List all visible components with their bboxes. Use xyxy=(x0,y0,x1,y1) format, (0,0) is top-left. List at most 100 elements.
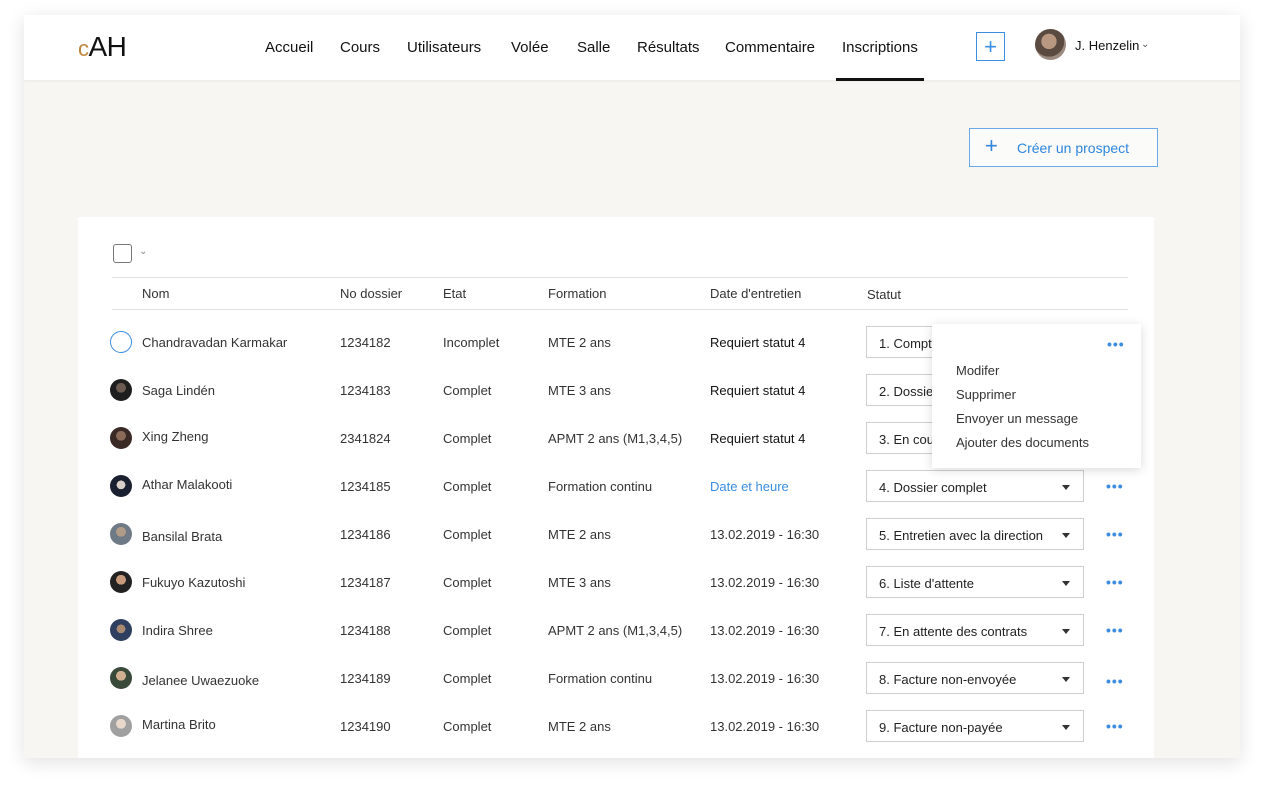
cell-name: Bansilal Brata xyxy=(142,529,223,544)
nav-cours[interactable]: Cours xyxy=(340,39,380,56)
cell-formation: MTE 2 ans xyxy=(548,527,611,542)
cell-dossier: 1234183 xyxy=(340,383,391,398)
status-select[interactable]: 4. Dossier complet xyxy=(866,470,1084,502)
logo-letters: AH xyxy=(88,31,127,62)
cell-etat: Incomplet xyxy=(443,335,500,350)
nav-salle[interactable]: Salle xyxy=(577,39,610,56)
chevron-down-icon[interactable]: ⌄ xyxy=(1141,39,1149,50)
cell-formation: MTE 3 ans xyxy=(548,575,611,590)
plus-icon: + xyxy=(985,133,998,158)
divider xyxy=(112,277,1128,278)
divider xyxy=(112,309,1128,310)
nav-resultats[interactable]: Résultats xyxy=(637,39,700,56)
cell-dossier: 1234187 xyxy=(340,575,391,590)
menu-item-envoyer-message[interactable]: Envoyer un message xyxy=(956,411,1078,426)
table-row[interactable]: Indira Shree 1234188 Complet APMT 2 ans (M1… xyxy=(78,606,1154,654)
status-value: 4. Dossier complet xyxy=(879,480,987,495)
nav-accueil[interactable]: Accueil xyxy=(265,39,313,56)
status-value: 8. Facture non-envoyée xyxy=(879,672,1017,687)
status-select[interactable]: 9. Facture non-payée xyxy=(866,710,1084,742)
cell-name: Athar Malakooti xyxy=(142,477,233,492)
caret-down-icon xyxy=(1062,725,1070,730)
status-value: 5. Entretien avec la direction xyxy=(879,528,1044,543)
cell-etat: Complet xyxy=(443,431,492,446)
table-row[interactable]: Athar Malakooti 1234185 Complet Formation c… xyxy=(78,462,1154,510)
cell-name: Saga Lindén xyxy=(142,383,216,398)
caret-down-icon xyxy=(1062,581,1070,586)
row-context-menu: ••• Modifer Supprimer Envoyer un message… xyxy=(932,324,1141,468)
status-select[interactable]: 6. Liste d'attente xyxy=(866,566,1084,598)
cell-etat: Complet xyxy=(443,527,492,542)
cell-date: 13.02.2019 - 16:30 xyxy=(710,527,820,542)
cell-date: 13.02.2019 - 16:30 xyxy=(710,575,820,590)
cell-etat: Complet xyxy=(443,623,492,638)
more-options-icon[interactable]: ••• xyxy=(1106,719,1124,733)
row-select-radio[interactable] xyxy=(110,331,132,353)
cell-dossier: 1234185 xyxy=(340,479,391,494)
avatar xyxy=(110,379,132,401)
more-options-icon[interactable]: ••• xyxy=(1106,527,1124,541)
caret-down-icon xyxy=(1062,485,1070,490)
nav-utilisateurs[interactable]: Utilisateurs xyxy=(407,39,481,56)
create-prospect-label: Créer un prospect xyxy=(1017,140,1130,156)
column-header-nom[interactable]: Nom xyxy=(142,286,169,301)
avatar xyxy=(110,571,132,593)
more-options-icon[interactable]: ••• xyxy=(1106,479,1124,493)
cell-name: Fukuyo Kazutoshi xyxy=(142,575,246,590)
table-row[interactable]: Bansilal Brata 1234186 Complet MTE 2 ans 13.… xyxy=(78,510,1154,558)
menu-item-modifier[interactable]: Modifer xyxy=(956,363,999,378)
cell-date: 13.02.2019 - 16:30 xyxy=(710,623,820,638)
more-options-icon[interactable]: ••• xyxy=(1106,674,1124,688)
status-value: 7. En attente des contrats xyxy=(879,624,1028,639)
cell-formation: Formation continu xyxy=(548,479,653,494)
table-row[interactable]: Jelanee Uwaezuoke 1234189 Complet Formation… xyxy=(78,654,1154,702)
cell-date: 13.02.2019 - 16:30 xyxy=(710,671,820,686)
avatar xyxy=(110,619,132,641)
menu-item-supprimer[interactable]: Supprimer xyxy=(956,387,1016,402)
cell-formation: MTE 3 ans xyxy=(548,383,611,398)
table-row[interactable]: Fukuyo Kazutoshi 1234187 Complet MTE 3 ans 1… xyxy=(78,558,1154,606)
nav-inscriptions[interactable]: Inscriptions xyxy=(836,39,924,81)
column-header-dossier[interactable]: No dossier xyxy=(340,286,402,301)
cell-formation: MTE 2 ans xyxy=(548,719,611,734)
cell-dossier: 1234190 xyxy=(340,719,391,734)
registrations-table-card: ⌄ Nom No dossier Etat Formation Date d'e… xyxy=(78,217,1154,758)
chevron-down-icon[interactable]: ⌄ xyxy=(139,246,147,257)
nav-volee[interactable]: Volée xyxy=(511,39,549,56)
cell-etat: Complet xyxy=(443,479,492,494)
more-options-icon[interactable]: ••• xyxy=(1106,575,1124,589)
more-options-icon[interactable]: ••• xyxy=(1106,623,1124,637)
cell-name: Chandravadan Karmakar xyxy=(142,335,288,350)
nav-commentaire[interactable]: Commentaire xyxy=(725,39,815,56)
logo[interactable]: cAH xyxy=(78,31,127,63)
avatar xyxy=(110,667,132,689)
status-value: 6. Liste d'attente xyxy=(879,576,974,591)
column-header-statut[interactable]: Statut xyxy=(867,287,901,302)
user-avatar[interactable] xyxy=(1035,29,1066,60)
cell-date: Requiert statut 4 xyxy=(710,383,806,398)
cell-formation: Formation continu xyxy=(548,671,653,686)
cell-formation: APMT 2 ans (M1,3,4,5) xyxy=(548,431,683,446)
user-name[interactable]: J. Henzelin xyxy=(1075,38,1139,53)
menu-item-ajouter-documents[interactable]: Ajouter des documents xyxy=(956,435,1089,450)
cell-dossier: 1234189 xyxy=(340,671,391,686)
table-row[interactable]: Martina Brito 1234190 Complet MTE 2 ans 13.0… xyxy=(78,702,1154,750)
create-prospect-button[interactable]: + Créer un prospect xyxy=(969,128,1158,167)
status-select[interactable]: 7. En attente des contrats xyxy=(866,614,1084,646)
status-value: 2. Dossier xyxy=(879,384,938,399)
cell-date: 13.02.2019 - 16:30 xyxy=(710,719,820,734)
column-header-etat[interactable]: Etat xyxy=(443,286,466,301)
more-options-icon[interactable]: ••• xyxy=(1107,337,1125,351)
column-header-date[interactable]: Date d'entretien xyxy=(710,286,801,301)
status-value: 9. Facture non-payée xyxy=(879,720,1003,735)
add-button[interactable]: + xyxy=(976,32,1005,61)
cell-date: Requiert statut 4 xyxy=(710,335,806,350)
cell-date[interactable]: Date et heure xyxy=(710,479,789,494)
cell-formation: APMT 2 ans (M1,3,4,5) xyxy=(548,623,683,638)
column-header-formation[interactable]: Formation xyxy=(548,286,607,301)
status-select[interactable]: 8. Facture non-envoyée xyxy=(866,662,1084,694)
logo-letter-c: c xyxy=(78,36,89,61)
status-select[interactable]: 5. Entretien avec la direction xyxy=(866,518,1084,550)
select-all-checkbox[interactable] xyxy=(113,244,132,263)
caret-down-icon xyxy=(1062,629,1070,634)
